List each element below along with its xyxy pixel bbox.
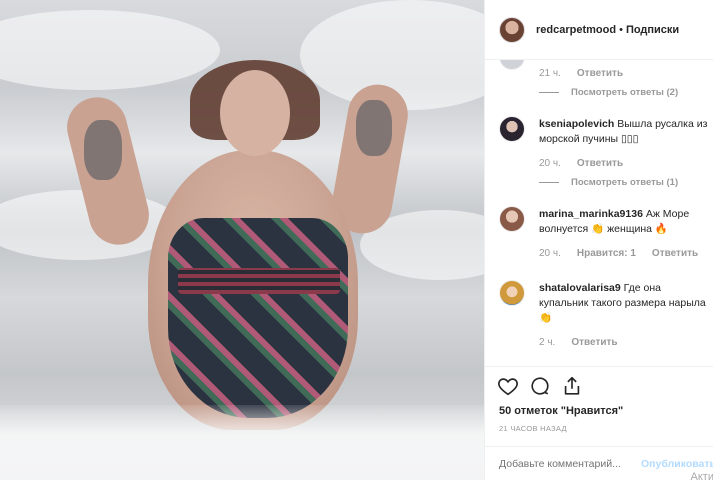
comment-meta: 20 ч. Ответить: [539, 158, 623, 169]
person-head: [220, 70, 290, 156]
avatar[interactable]: [499, 206, 525, 232]
comment-time: 20 ч.: [539, 248, 561, 259]
publish-button[interactable]: Опубликовать: [641, 458, 713, 470]
heart-icon[interactable]: [497, 375, 519, 397]
reply-button[interactable]: Ответить: [571, 337, 617, 348]
comment-body: marina_marinka9136 Аж Море волнуется 👏 ж…: [539, 207, 709, 237]
comment-time: 2 ч.: [539, 337, 556, 348]
comment-meta: 20 ч. Нравится: 1 Ответить: [539, 248, 698, 259]
post-actions: 50 отметок "Нравится" 21 ЧАСОВ НАЗАД: [485, 366, 713, 446]
tattoo: [84, 120, 122, 180]
comment-body: shatalovalarisa9 Где она купальник таког…: [539, 281, 709, 326]
post-side-panel: redcarpetmood • Подписки 21 ч. Ответить …: [484, 0, 713, 480]
wave-foam: [0, 10, 220, 90]
avatar[interactable]: [499, 16, 525, 43]
comment-meta: 2 ч. Ответить: [539, 337, 618, 348]
reply-button[interactable]: Ответить: [577, 68, 623, 79]
tattoo: [356, 100, 392, 156]
comment-likes[interactable]: Нравится: 1: [577, 248, 636, 259]
comment-meta: 21 ч. Ответить: [539, 68, 623, 79]
post-username[interactable]: redcarpetmood: [536, 24, 616, 36]
comments-list[interactable]: 21 ч. Ответить Посмотреть ответы (2) kse…: [485, 60, 713, 365]
comment-body: kseniapolevich Вышла русалка из морской …: [539, 117, 709, 147]
sea-foam: [0, 405, 484, 480]
swimsuit: [168, 218, 348, 418]
likes-count[interactable]: 50 отметок "Нравится": [499, 405, 623, 417]
swimsuit-band: [178, 268, 340, 294]
post-photo[interactable]: [0, 0, 484, 480]
comment-time: 21 ч.: [539, 68, 561, 79]
view-replies-label: Посмотреть ответы (1): [571, 177, 679, 188]
replies-line: [539, 92, 559, 93]
avatar[interactable]: [499, 116, 525, 142]
comment-icon[interactable]: [529, 375, 551, 397]
comment-username[interactable]: marina_marinka9136: [539, 208, 643, 220]
comment-username[interactable]: shatalovalarisa9: [539, 282, 621, 294]
reply-button[interactable]: Ответить: [652, 248, 698, 259]
avatar[interactable]: [499, 60, 525, 70]
follow-button[interactable]: Подписки: [626, 24, 679, 36]
comment-time: 20 ч.: [539, 158, 561, 169]
separator-dot: •: [619, 23, 623, 36]
reply-button[interactable]: Ответить: [577, 158, 623, 169]
comment-input[interactable]: [499, 457, 659, 470]
post-timestamp: 21 ЧАСОВ НАЗАД: [499, 424, 567, 433]
comment-username[interactable]: kseniapolevich: [539, 118, 614, 130]
add-comment-bar: Опубликовать Акти: [485, 446, 713, 480]
replies-line: [539, 182, 559, 183]
view-replies-button[interactable]: Посмотреть ответы (2): [539, 87, 678, 98]
activation-watermark: Акти: [690, 471, 713, 480]
view-replies-button[interactable]: Посмотреть ответы (1): [539, 177, 678, 188]
view-replies-label: Посмотреть ответы (2): [571, 87, 679, 98]
share-icon[interactable]: [561, 375, 583, 397]
post-header: redcarpetmood • Подписки: [485, 0, 713, 60]
avatar[interactable]: [499, 280, 525, 306]
